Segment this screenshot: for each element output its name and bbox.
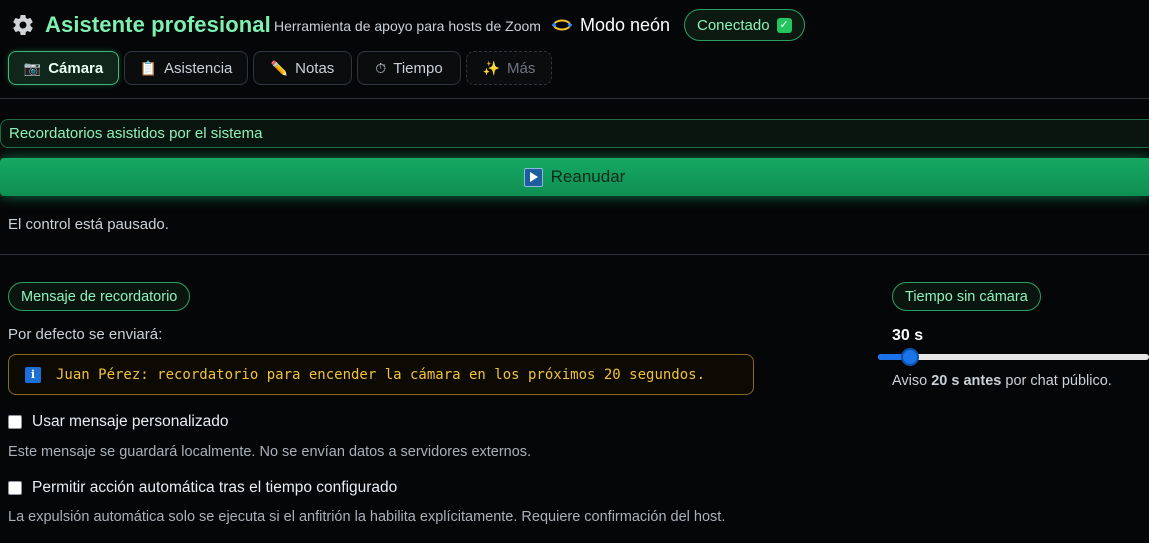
tab-notes[interactable]: ✏️ Notas (253, 51, 352, 85)
tab-label: Cámara (48, 59, 104, 77)
app-title: Asistente profesional (45, 12, 271, 37)
clipboard-icon: 📋 (139, 59, 158, 76)
tab-camera[interactable]: 📷 Cámara (8, 51, 119, 85)
tab-time[interactable]: ⏱ Tiempo (357, 51, 461, 85)
timer-value: 30 s (892, 327, 924, 344)
timer-note: Aviso 20 s antes por chat público. (892, 373, 1112, 389)
app-header: Asistente profesional Herramienta de apo… (0, 0, 1149, 50)
custom-message-option: Usar mensaje personalizado (8, 413, 228, 431)
tab-label: Más (507, 59, 536, 77)
section-title-bar: Recordatorios asistidos por el sistema (0, 119, 1149, 148)
gear-icon[interactable] (11, 13, 35, 37)
message-section-pill: Mensaje de recordatorio (8, 282, 191, 311)
tab-label: Notas (295, 59, 335, 77)
divider (0, 98, 1149, 99)
auto-action-checkbox[interactable] (8, 481, 22, 495)
stopwatch-icon: ⏱ (375, 59, 387, 76)
custom-message-checkbox-label[interactable]: Usar mensaje personalizado (32, 413, 228, 431)
neon-mode-icon[interactable] (552, 17, 572, 33)
timer-slider[interactable] (878, 348, 1149, 366)
timer-note-suffix: por chat público. (1005, 373, 1112, 389)
message-preview: i Juan Pérez: recordatorio para encender… (8, 354, 754, 395)
message-preview-text: Juan Pérez: recordatorio para encender l… (56, 366, 706, 383)
timer-note-prefix: Aviso (892, 373, 928, 389)
custom-message-help: Este mensaje se guardará localmente. No … (8, 444, 532, 460)
auto-action-checkbox-label[interactable]: Permitir acción automática tras el tiemp… (32, 479, 397, 497)
default-message-label: Por defecto se enviará: (8, 326, 163, 343)
camera-icon: 📷 (23, 59, 42, 76)
play-icon (523, 167, 543, 187)
timer-section-pill: Tiempo sin cámara (892, 282, 1041, 311)
auto-action-help: La expulsión automática solo se ejecuta … (8, 509, 726, 525)
custom-message-checkbox[interactable] (8, 415, 22, 429)
app-subtitle: Herramienta de apoyo para hosts de Zoom (274, 18, 541, 34)
neon-mode-label[interactable]: Modo neón (580, 15, 670, 36)
slider-thumb[interactable] (901, 348, 919, 366)
connection-status-label: Conectado (697, 16, 770, 34)
paused-status-text: El control está pausado. (8, 216, 169, 233)
pencil-icon: ✏️ (270, 59, 289, 76)
auto-action-option: Permitir acción automática tras el tiemp… (8, 479, 397, 497)
tab-more[interactable]: ✨ Más (466, 51, 552, 85)
sparkles-icon: ✨ (482, 59, 501, 76)
tab-attendance[interactable]: 📋 Asistencia (124, 51, 248, 85)
tab-label: Tiempo (393, 59, 443, 77)
resume-button-label: Reanudar (550, 167, 626, 186)
divider (0, 254, 1149, 255)
timer-note-bold: 20 s antes (931, 373, 1002, 389)
tab-label: Asistencia (164, 59, 233, 77)
resume-button[interactable]: Reanudar (0, 158, 1149, 196)
info-icon: i (25, 366, 41, 383)
connection-status-badge: Conectado ✓ (684, 9, 805, 41)
checkmark-icon: ✓ (776, 17, 792, 33)
